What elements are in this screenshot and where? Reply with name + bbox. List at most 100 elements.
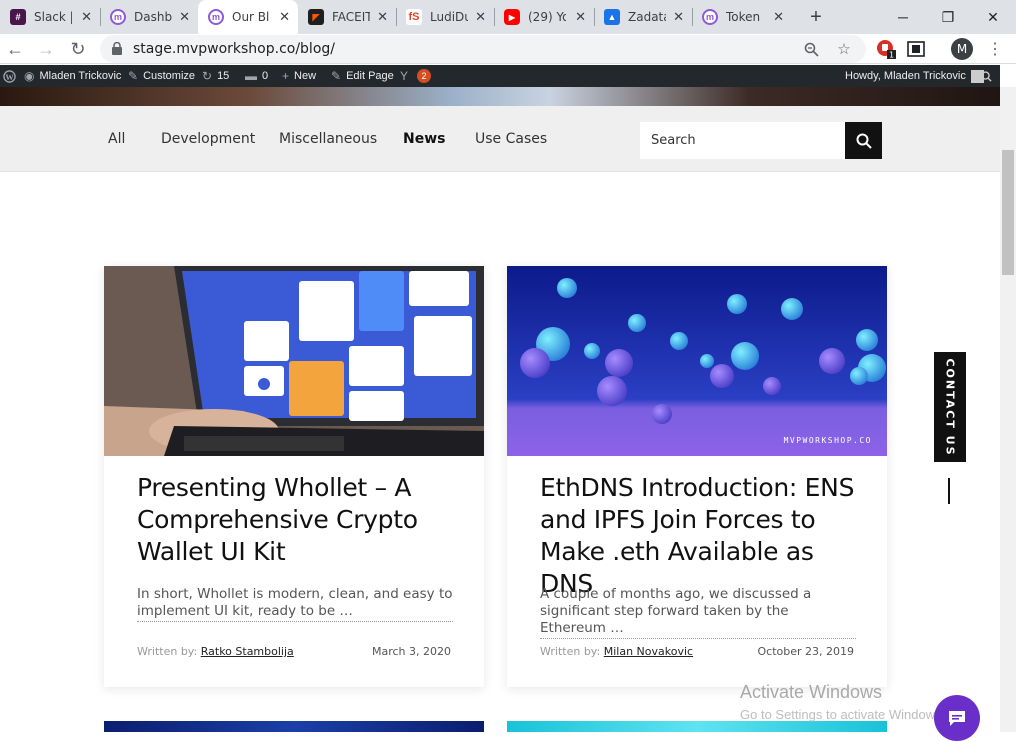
tab-token[interactable]: m Token ✕ [692, 0, 792, 34]
howdy-label: Howdy, Mladen Trickovic [845, 70, 966, 82]
window-close-icon[interactable]: ✕ [970, 0, 1016, 34]
wp-comments[interactable]: ▬ 0 [245, 65, 268, 87]
forward-icon[interactable]: → [33, 36, 59, 62]
close-icon[interactable]: ✕ [179, 9, 190, 25]
tab-our-blog[interactable]: m Our Bl ✕ [198, 0, 298, 34]
close-icon[interactable]: ✕ [575, 9, 586, 25]
post-card[interactable]: Presenting Whollet – A Comprehensive Cry… [104, 266, 484, 687]
close-icon[interactable]: ✕ [81, 9, 92, 25]
category-filter-bar: All Development Miscellaneous News Use C… [0, 106, 1000, 172]
wp-customize[interactable]: ✎ Customize [128, 65, 195, 87]
back-icon[interactable]: ← [2, 36, 28, 62]
filter-use-cases[interactable]: Use Cases [475, 131, 547, 147]
wp-yoast[interactable]: Y2 [400, 65, 432, 87]
author-link[interactable]: Ratko Stambolija [201, 645, 294, 658]
new-tab-button[interactable]: + [806, 0, 826, 34]
mvp-icon: m [702, 9, 718, 25]
yoast-icon: Y [400, 69, 409, 83]
post-date: October 23, 2019 [757, 645, 854, 658]
author-link[interactable]: Milan Novakovic [604, 645, 693, 658]
filter-development[interactable]: Development [161, 131, 255, 147]
post-card-next[interactable] [507, 721, 887, 732]
tab-dashboard[interactable]: m Dashb ✕ [100, 0, 198, 34]
wordpress-logo-icon[interactable]: W [0, 65, 18, 87]
fs-icon: fS [406, 9, 422, 25]
edit-page-label: Edit Page [346, 70, 394, 82]
hero-image-strip [0, 87, 1000, 106]
tab-title: (29) Yo [528, 10, 566, 24]
extension-badge: 1 [889, 51, 894, 60]
wp-admin-bar: W ◉ Mladen Trickovic ✎ Customize ↻ 15 ▬ 0 + N… [0, 65, 1000, 87]
post-title[interactable]: Presenting Whollet – A Comprehensive Cry… [137, 472, 457, 568]
yoast-badge: 2 [417, 69, 432, 83]
classroom-icon: ▲ [604, 9, 620, 25]
tab-title: Slack | [34, 10, 72, 24]
post-meta: Written by: Ratko Stambolija [137, 645, 294, 658]
extension-icon[interactable]: 1 [874, 37, 898, 61]
comments-count: 0 [262, 70, 269, 82]
post-excerpt: In short, Whollet is modern, clean, and … [137, 586, 453, 622]
customize-label: Customize [143, 70, 196, 82]
scrollbar-thumb[interactable] [1002, 150, 1014, 275]
tab-slack[interactable]: # Slack | ✕ [0, 0, 100, 34]
svg-text:W: W [5, 72, 14, 81]
close-icon[interactable]: ✕ [377, 9, 388, 25]
image-watermark: MVPWORKSHOP.CO [784, 436, 872, 445]
tab-faceit[interactable]: ◤ FACEIT ✕ [298, 0, 396, 34]
post-thumbnail[interactable] [104, 266, 484, 456]
zoom-icon[interactable] [801, 39, 821, 59]
minimize-icon[interactable]: ─ [880, 0, 926, 34]
wp-search-icon[interactable] [981, 65, 992, 87]
post-thumbnail[interactable]: MVPWORKSHOP.CO [507, 266, 887, 456]
filter-all[interactable]: All [108, 131, 125, 147]
bookmark-star-icon[interactable]: ☆ [834, 39, 854, 59]
avatar[interactable]: M [950, 37, 974, 61]
close-icon[interactable]: ✕ [673, 9, 684, 25]
contact-us-tab[interactable]: CONTACT US [934, 352, 966, 462]
tab-zadata[interactable]: ▲ Zadata ✕ [594, 0, 692, 34]
comment-icon: ▬ [245, 69, 257, 83]
post-date: March 3, 2020 [371, 645, 451, 658]
tab-title: FACEIT [332, 10, 370, 24]
wp-updates[interactable]: ↻ 15 [202, 65, 229, 87]
post-title[interactable]: EthDNS Introduction: ENS and IPFS Join F… [540, 472, 860, 600]
close-icon[interactable]: ✕ [773, 9, 784, 25]
lock-icon [112, 42, 122, 55]
contact-divider [948, 478, 950, 504]
close-icon[interactable]: ✕ [475, 9, 486, 25]
close-icon[interactable]: ✕ [279, 9, 290, 25]
contact-us-label: CONTACT US [943, 357, 957, 457]
activate-windows-subtitle: Go to Settings to activate Windows. [740, 707, 946, 722]
chat-button[interactable] [934, 695, 980, 741]
search-input[interactable] [640, 122, 845, 159]
filter-news[interactable]: News [403, 131, 445, 147]
updates-count: 15 [217, 70, 230, 82]
tab-title: Our Bl [232, 10, 270, 24]
post-card-next[interactable] [104, 721, 484, 732]
written-by-label: Written by: [137, 645, 198, 658]
filter-miscellaneous[interactable]: Miscellaneous [279, 131, 377, 147]
tab-title: Dashb [134, 10, 172, 24]
written-by-label: Written by: [540, 645, 601, 658]
browser-tab-strip: # Slack | ✕ m Dashb ✕ m Our Bl ✕ ◤ FACEI… [0, 0, 1016, 34]
updates-icon: ↻ [202, 69, 213, 83]
brush-icon: ✎ [128, 69, 139, 83]
post-card[interactable]: MVPWORKSHOP.CO EthDNS Introduction: ENS … [507, 266, 887, 687]
profile-initial: M [951, 38, 973, 60]
tab-youtube[interactable]: ▶ (29) Yo ✕ [494, 0, 594, 34]
search-button[interactable] [845, 122, 882, 159]
address-bar[interactable]: stage.mvpworkshop.co/blog/ ☆ [100, 35, 866, 63]
post-excerpt: A couple of months ago, we discussed a s… [540, 586, 856, 639]
restore-icon[interactable]: ❐ [925, 0, 971, 34]
browser-toolbar: ← → ↻ stage.mvpworkshop.co/blog/ ☆ 1 M ⋮ [0, 34, 1016, 64]
wp-site-name[interactable]: ◉ Mladen Trickovic [24, 65, 121, 87]
wp-edit-page[interactable]: ✎ Edit Page [331, 65, 394, 87]
tab-title: LudiDu [430, 10, 468, 24]
tab-ludidu[interactable]: fS LudiDu ✕ [396, 0, 494, 34]
wp-new[interactable]: + New [282, 65, 316, 87]
menu-kebab-icon[interactable]: ⋮ [983, 37, 1007, 61]
cast-icon[interactable] [904, 37, 928, 61]
wp-howdy[interactable]: Howdy, Mladen Trickovic [845, 65, 984, 87]
reload-icon[interactable]: ↻ [65, 36, 91, 62]
url-text[interactable]: stage.mvpworkshop.co/blog/ [133, 41, 335, 57]
